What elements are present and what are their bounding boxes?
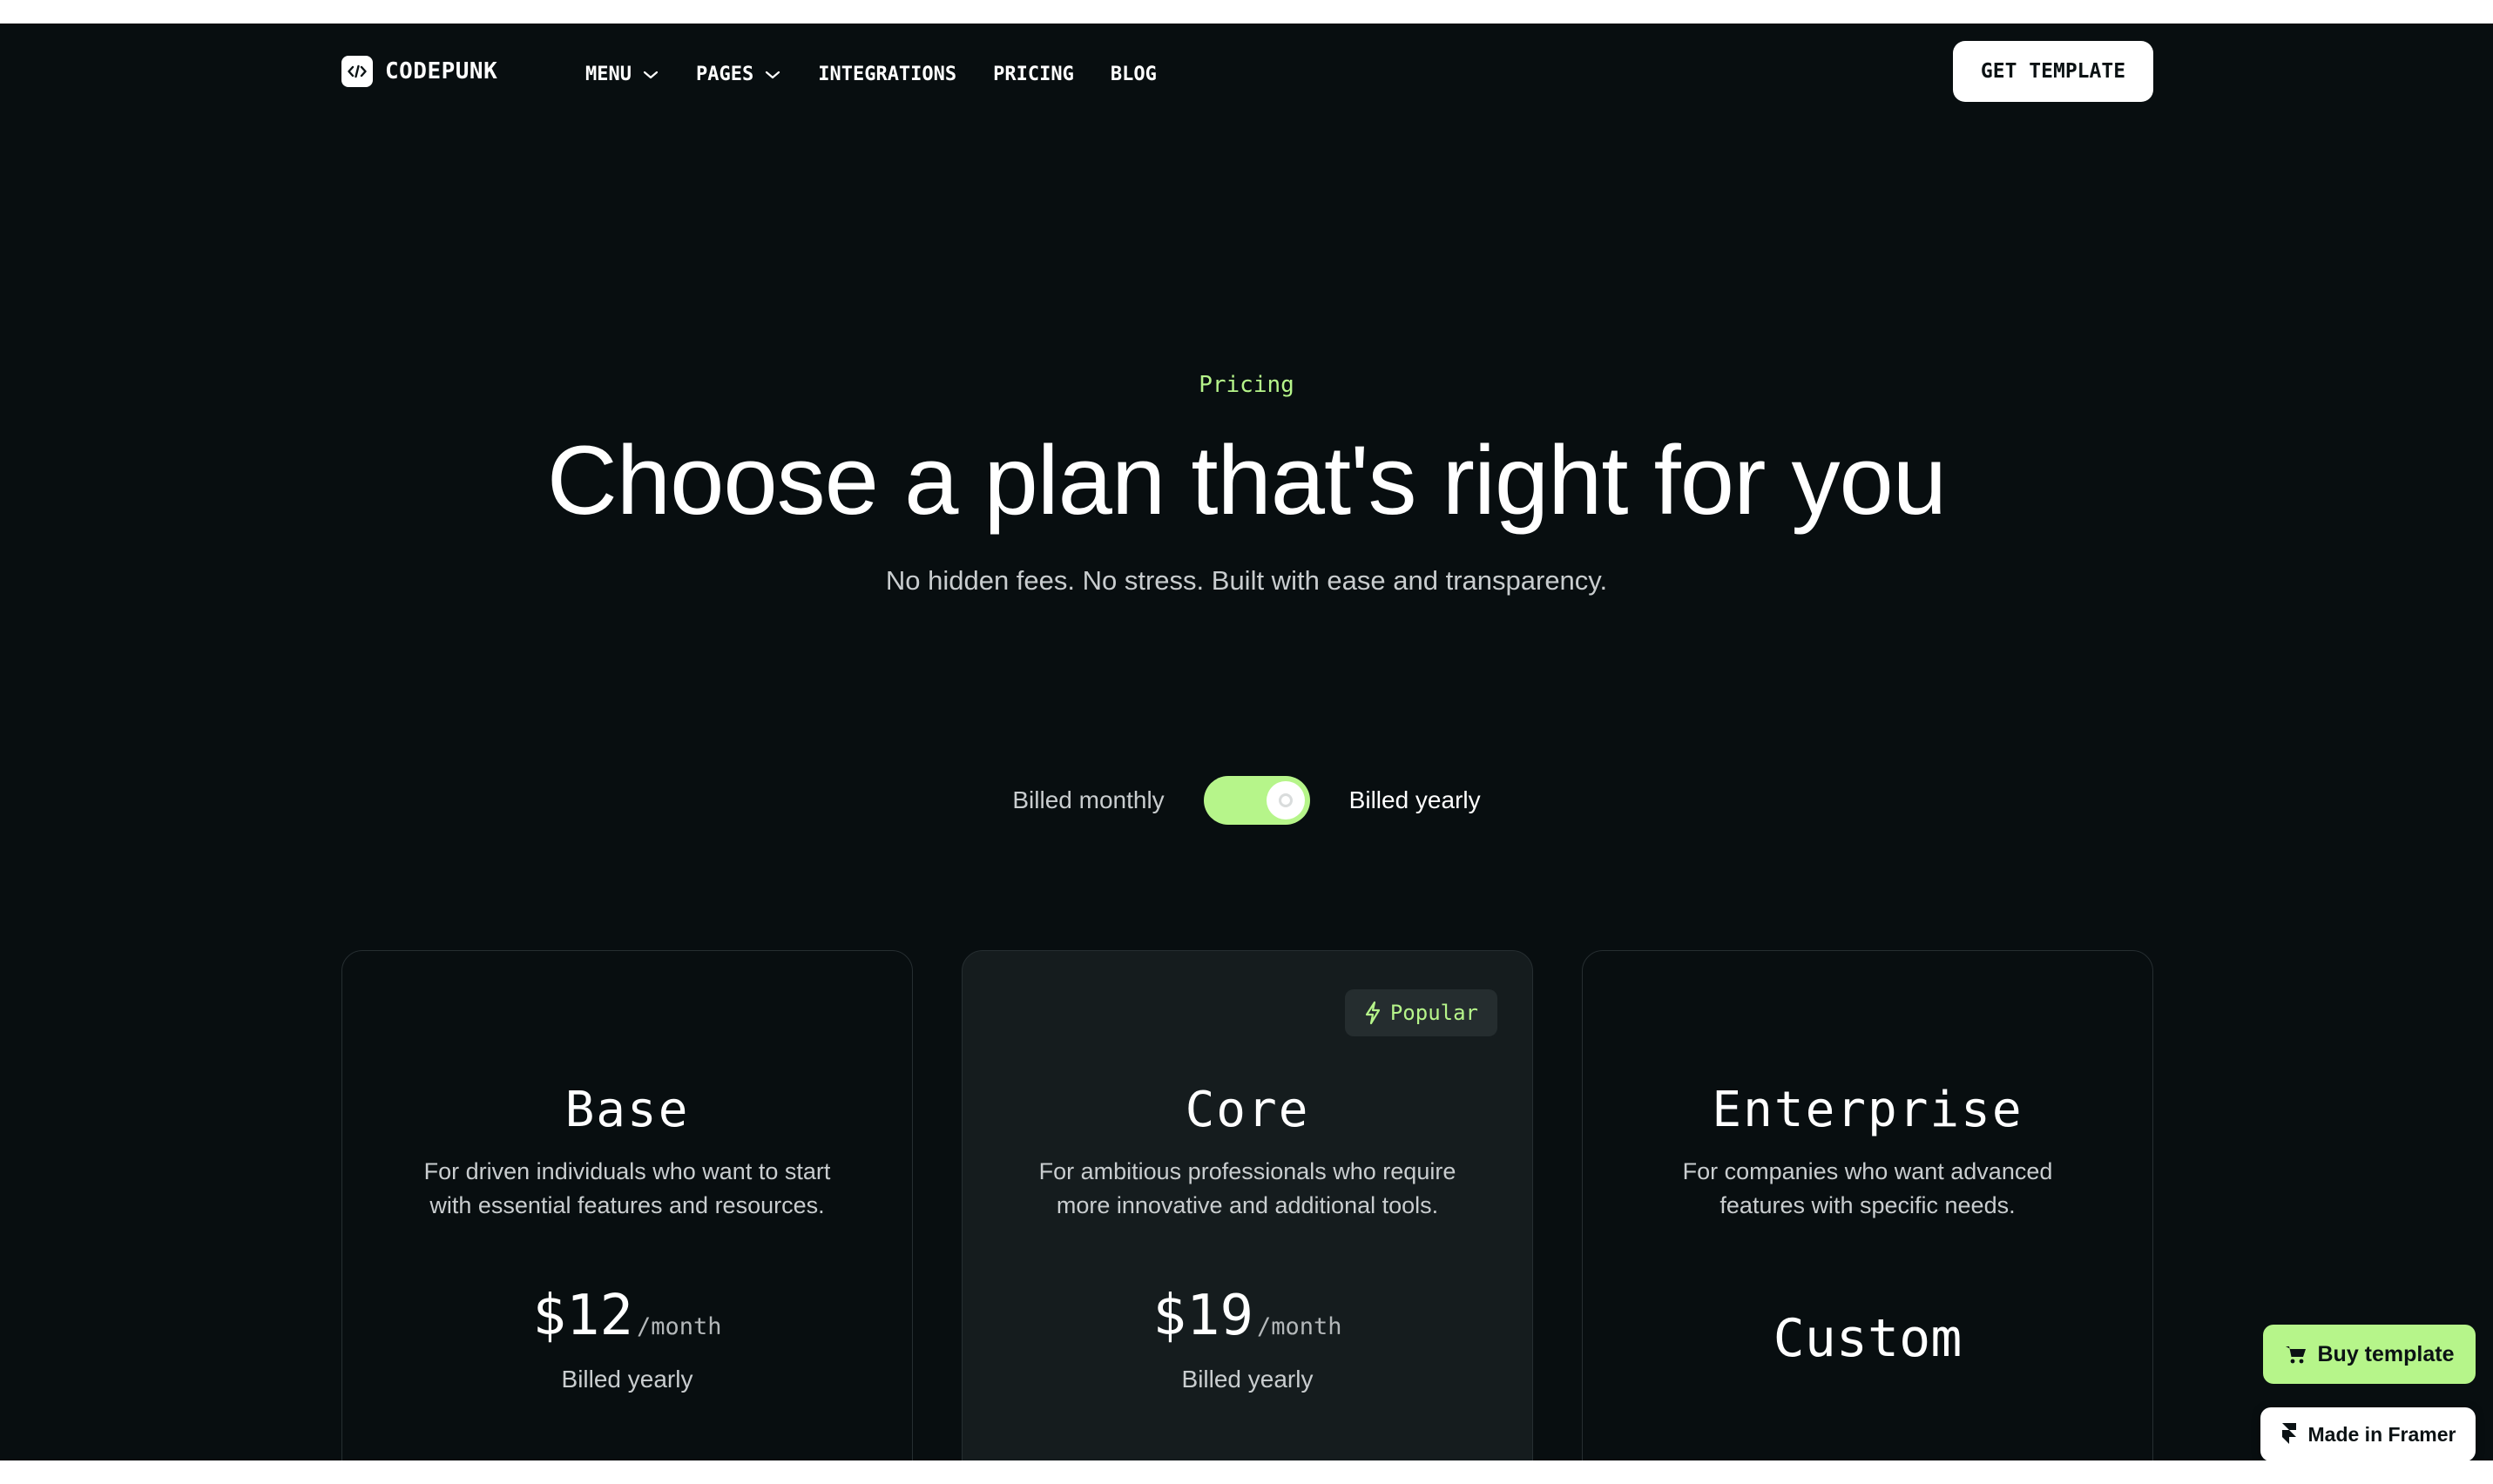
knob-dot xyxy=(1278,793,1293,807)
main-nav: MENU PAGES INTEGRATIONS PRICING BLOG xyxy=(585,64,1193,85)
popular-badge: Popular xyxy=(1344,989,1497,1036)
nav-item-label: PAGES xyxy=(695,64,754,85)
buy-template-label: Buy template xyxy=(2317,1341,2455,1366)
nav-item-label: BLOG xyxy=(1110,64,1157,85)
toggle-knob xyxy=(1266,781,1305,820)
nav-item-label: MENU xyxy=(585,64,632,85)
plan-description: For driven individuals who want to start… xyxy=(395,1155,860,1223)
nav-item-pricing[interactable]: PRICING xyxy=(993,64,1074,85)
brand-logo[interactable]: CODEPUNK xyxy=(341,56,497,87)
nav-item-integrations[interactable]: INTEGRATIONS xyxy=(818,64,956,85)
plan-description-line: more innovative and additional tools. xyxy=(1056,1192,1439,1218)
nav-item-menu[interactable]: MENU xyxy=(585,64,659,85)
page: CODEPUNK MENU PAGES INTEGRATIONS PRICING… xyxy=(0,24,2493,1460)
nav-item-blog[interactable]: BLOG xyxy=(1111,64,1157,85)
nav-item-label: INTEGRATIONS xyxy=(818,64,957,85)
plan-price: $12 /month xyxy=(342,1284,912,1348)
plan-price: $19 /month xyxy=(963,1284,1532,1348)
made-in-framer-label: Made in Framer xyxy=(2307,1422,2456,1446)
plan-name: Base xyxy=(564,1082,690,1138)
plan-description-line: For ambitious professionals who require xyxy=(1038,1158,1456,1184)
page-title: Choose a plan that's right for you xyxy=(546,426,1947,535)
plan-description: For ambitious professionals who require … xyxy=(1015,1155,1480,1223)
billing-note: Billed yearly xyxy=(561,1366,693,1393)
price-amount: Custom xyxy=(1773,1308,1963,1369)
chevron-down-icon xyxy=(643,71,659,78)
section-eyebrow: Pricing xyxy=(1199,372,1294,398)
framer-icon xyxy=(2281,1423,2296,1444)
chevron-down-icon xyxy=(766,71,780,78)
nav-item-label: PRICING xyxy=(993,64,1074,85)
plan-description-line: For companies who want advanced xyxy=(1682,1158,2053,1184)
code-icon xyxy=(341,56,373,87)
page-subtitle: No hidden fees. No stress. Built with ea… xyxy=(885,565,1608,596)
billed-monthly-label[interactable]: Billed monthly xyxy=(1012,786,1164,814)
plan-name: Core xyxy=(1185,1082,1310,1138)
price-amount: $12 xyxy=(532,1284,634,1348)
billing-toggle-group: Billed monthly Billed yearly xyxy=(0,776,2493,825)
get-template-button[interactable]: GET TEMPLATE xyxy=(1953,41,2153,102)
brand-name: CODEPUNK xyxy=(385,58,498,84)
plan-description-line: For driven individuals who want to start xyxy=(423,1158,831,1184)
badge-label: Popular xyxy=(1389,1001,1478,1025)
plan-name: Enterprise xyxy=(1712,1082,2023,1138)
billed-yearly-label[interactable]: Billed yearly xyxy=(1349,786,1481,814)
buy-template-button[interactable]: Buy template xyxy=(2263,1325,2476,1384)
plan-description-line: with essential features and resources. xyxy=(429,1192,825,1218)
plan-description: For companies who want advanced features… xyxy=(1635,1155,2100,1223)
price-period: /month xyxy=(637,1313,722,1340)
price-period: /month xyxy=(1257,1313,1342,1340)
plan-card-core: Popular Core For ambitious professionals… xyxy=(962,950,1533,1460)
price-amount: $19 xyxy=(1152,1284,1254,1348)
made-in-framer-badge[interactable]: Made in Framer xyxy=(2260,1407,2476,1460)
plan-card-enterprise: Enterprise For companies who want advanc… xyxy=(1582,950,2153,1460)
nav-item-pages[interactable]: PAGES xyxy=(696,64,781,85)
plan-card-base: Base For driven individuals who want to … xyxy=(341,950,913,1460)
cart-icon xyxy=(2285,1346,2306,1364)
plan-description-line: features with specific needs. xyxy=(1719,1192,2016,1218)
lightning-icon xyxy=(1365,1001,1380,1025)
billing-toggle[interactable] xyxy=(1203,776,1310,825)
billing-note: Billed yearly xyxy=(1181,1366,1314,1393)
